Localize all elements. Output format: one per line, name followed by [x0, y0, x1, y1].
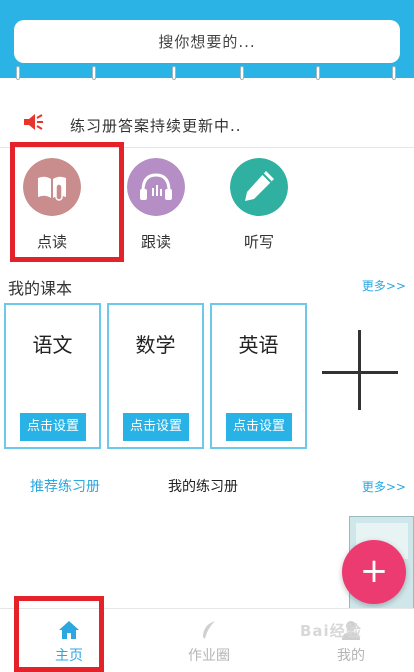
set-button[interactable]: 点击设置 [123, 413, 189, 441]
feature-label: 跟读 [140, 233, 171, 251]
search-input[interactable]: 搜你想要的... [14, 20, 400, 63]
headphones-icon [127, 158, 185, 216]
tab-recommended-workbooks[interactable]: 推荐练习册 [30, 476, 100, 496]
nav-homework-circle[interactable]: 作业圈 [170, 609, 248, 672]
pencil-icon [230, 158, 288, 216]
subject-name: 语文 [32, 333, 73, 357]
textbooks-title: 我的课本 [8, 279, 73, 298]
fab-add-button[interactable]: + [342, 540, 406, 604]
notice-text: 练习册答案持续更新中.. [70, 117, 242, 135]
subject-name: 英语 [238, 333, 279, 357]
plus-icon [358, 330, 361, 410]
ring-icon [16, 66, 20, 80]
set-button[interactable]: 点击设置 [20, 413, 86, 441]
highlight-box [10, 142, 124, 262]
tab-my-workbooks[interactable]: 我的练习册 [168, 476, 238, 496]
feature-label: 听写 [243, 233, 274, 251]
plus-icon-bar [322, 371, 398, 374]
notice-bar[interactable]: 练习册答案持续更新中.. [0, 106, 414, 142]
feature-ting-xie[interactable]: 听写 [219, 158, 299, 258]
feature-gen-du[interactable]: 跟读 [116, 158, 196, 258]
watermark: Bai经验 [300, 622, 362, 640]
workbooks-more-link[interactable]: 更多>> [362, 478, 406, 495]
nav-label: 我的 [337, 648, 365, 664]
feather-icon [203, 621, 215, 639]
ring-icon [316, 66, 320, 80]
ring-icon [392, 66, 396, 80]
subject-name: 数学 [135, 333, 176, 357]
search-placeholder: 搜你想要的... [158, 33, 256, 51]
textbooks-more-link[interactable]: 更多>> [362, 277, 406, 294]
textbook-card-math[interactable]: 数学 点击设置 [107, 303, 204, 449]
binder-rings [0, 66, 414, 80]
nav-label: 作业圈 [188, 648, 230, 664]
highlight-box [14, 596, 104, 672]
ring-icon [172, 66, 176, 80]
textbook-card-chinese[interactable]: 语文 点击设置 [4, 303, 101, 449]
set-button[interactable]: 点击设置 [226, 413, 292, 441]
speaker-icon [24, 114, 43, 130]
app-screen: 搜你想要的... 练习册答案持续更新中.. 点读 跟读 听写 我的课本 更多>>… [0, 0, 414, 672]
textbook-card-english[interactable]: 英语 点击设置 [210, 303, 307, 449]
ring-icon [240, 66, 244, 80]
ring-icon [92, 66, 96, 80]
